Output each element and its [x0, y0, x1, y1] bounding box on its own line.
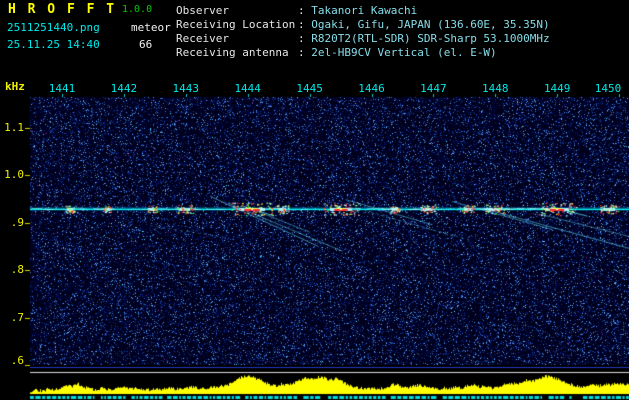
info-colon: : [298, 18, 312, 31]
info-row-location: Receiving Location: Ogaki, Gifu, JAPAN (… [176, 18, 550, 32]
mode-label: meteor [131, 21, 171, 34]
info-colon: : [298, 46, 312, 59]
app-version: 1.0.0 [122, 4, 153, 15]
info-label: Receiver [176, 32, 229, 45]
info-row-receiver: Receiver: R820T2(RTL-SDR) SDR-Sharp 53.1… [176, 32, 550, 46]
station-info: Observer: Takanori Kawachi Receiving Loc… [176, 4, 550, 60]
app-title: H R O F F T [8, 2, 117, 17]
y-axis-unit: kHz [5, 80, 25, 93]
hrofft-window: H R O F F T 1.0.0 2511251440.png meteor … [0, 0, 629, 400]
info-label: Receiving Location [176, 18, 296, 31]
info-value: 2el-HB9CV Vertical (el. E-W) [311, 46, 497, 59]
info-colon: : [298, 4, 312, 17]
info-value: R820T2(RTL-SDR) SDR-Sharp 53.1000MHz [311, 32, 550, 45]
info-label: Observer [176, 4, 229, 17]
info-value: Ogaki, Gifu, JAPAN (136.60E, 35.35N) [311, 18, 550, 31]
echo-count: 66 [139, 38, 153, 51]
spectrogram-canvas [0, 75, 629, 400]
datetime-label: 25.11.25 14:40 [7, 38, 100, 51]
info-label: Receiving antenna [176, 46, 289, 59]
info-colon: : [298, 32, 312, 45]
info-value: Takanori Kawachi [311, 4, 418, 17]
info-row-antenna: Receiving antenna: 2el-HB9CV Vertical (e… [176, 46, 550, 60]
output-filename: 2511251440.png [7, 21, 100, 34]
info-row-observer: Observer: Takanori Kawachi [176, 4, 550, 18]
